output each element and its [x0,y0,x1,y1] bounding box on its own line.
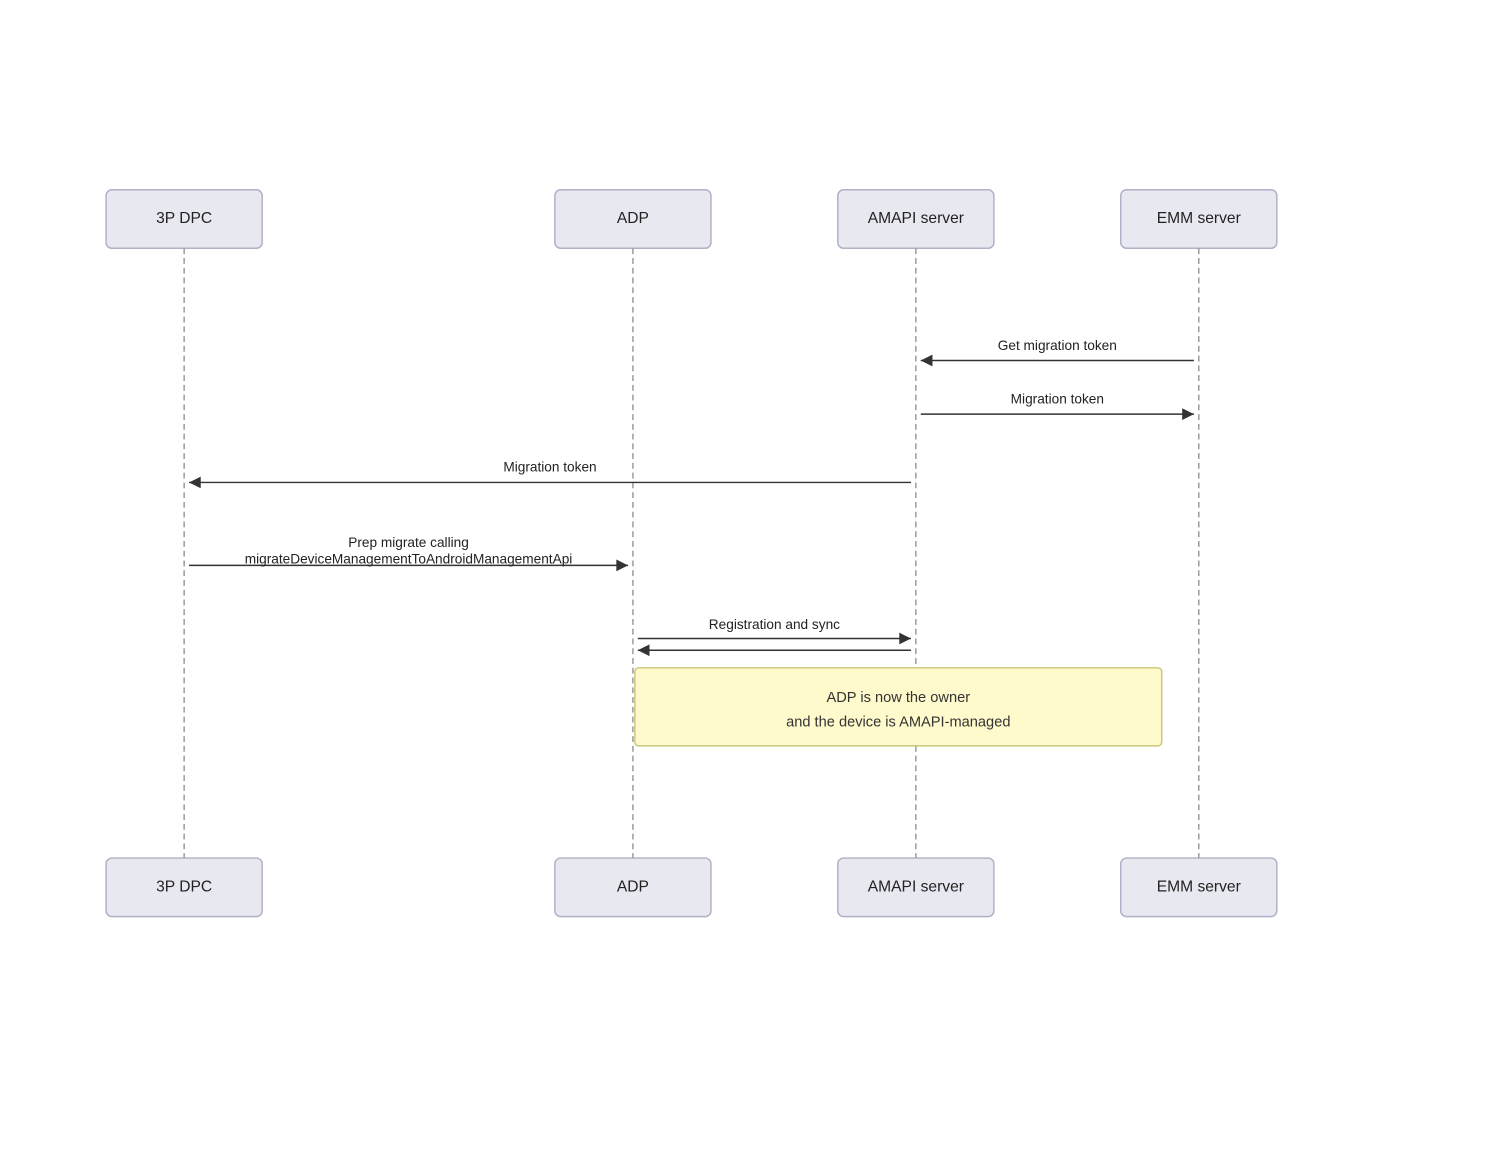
msg2-label: Migration token [1011,391,1104,406]
msg2-arrowhead [1182,408,1194,420]
msg1-arrowhead [921,355,933,367]
actor-3p-dpc-top-label: 3P DPC [156,210,212,227]
msg5-label: Registration and sync [709,617,840,632]
highlight-box [635,668,1162,746]
actor-emm-bottom-label: EMM server [1157,878,1241,895]
actor-adp-top-label: ADP [617,210,649,227]
actor-amapi-top-label: AMAPI server [868,210,964,227]
actor-adp-bottom-label: ADP [617,878,649,895]
msg1-label: Get migration token [998,338,1117,353]
msg4-label2: migrateDeviceManagementToAndroidManageme… [245,551,573,566]
highlight-label2: and the device is AMAPI-managed [786,714,1010,730]
sequence-diagram: 3P DPC ADP AMAPI server EMM server Get m… [40,180,1460,980]
actor-3p-dpc-bottom-label: 3P DPC [156,878,212,895]
msg5-arrowhead-left [638,644,650,656]
msg5-arrowhead-right [899,633,911,645]
msg3-label: Migration token [503,460,596,475]
actor-amapi-bottom-label: AMAPI server [868,878,964,895]
msg4-label1: Prep migrate calling [348,535,469,550]
msg4-arrowhead [616,560,628,572]
highlight-label1: ADP is now the owner [826,690,970,706]
actor-emm-top-label: EMM server [1157,210,1241,227]
msg3-arrowhead [189,477,201,489]
